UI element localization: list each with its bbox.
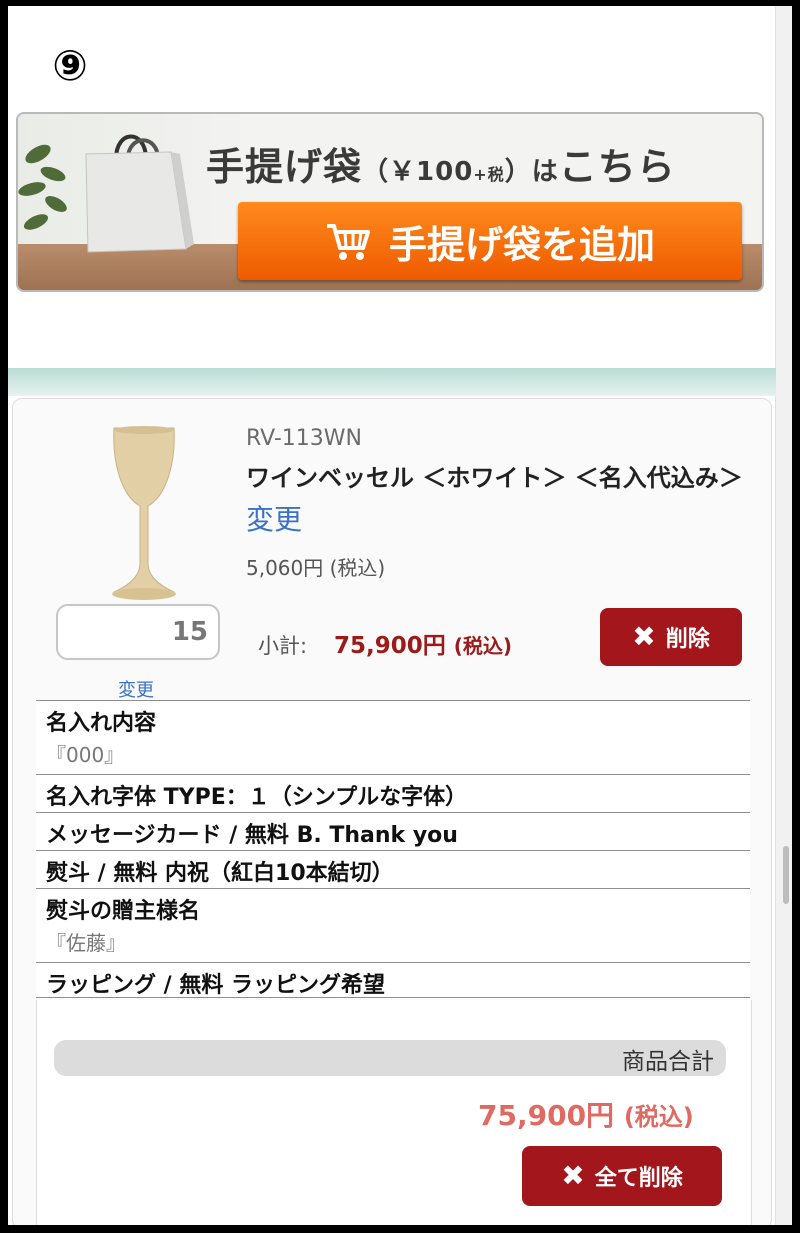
cart-icon — [326, 224, 370, 260]
option-row: 熨斗 / 無料 内祝（紅白10本結切） — [36, 850, 750, 888]
change-product-link[interactable]: 変更 — [246, 498, 302, 538]
option-row: 熨斗の贈主様名 『佐藤』 — [36, 888, 750, 962]
delete-all-button[interactable]: ✖ 全て削除 — [522, 1146, 722, 1206]
section-divider — [8, 368, 776, 396]
bag-illustration — [85, 134, 194, 253]
total-amount: 75,900円 (税込) — [478, 1099, 694, 1132]
option-row: メッセージカード / 無料 B. Thank you — [36, 812, 750, 850]
item-options-list: 名入れ内容 『000』 名入れ字体 TYPE：１（シンプルな字体） メッセージカ… — [36, 700, 750, 998]
product-name[interactable]: ワインベッセル ＜ホワイト＞ ＜名入代込み＞ — [246, 458, 743, 493]
close-icon: ✖ — [561, 1159, 585, 1192]
add-bag-label: 手提げ袋を追加 — [388, 222, 655, 267]
delete-item-button[interactable]: ✖ 削除 — [600, 608, 742, 666]
total-header-bar: 商品合計 — [54, 1040, 726, 1076]
delete-label: 削除 — [665, 627, 710, 652]
app-frame: ⑨ 手提げ袋（￥100+税）はこちら 手提げ袋を追加 RV-113WN ワインベ… — [8, 6, 792, 1225]
close-icon: ✖ — [632, 620, 656, 653]
plant-illustration — [18, 144, 67, 230]
scrollbar[interactable] — [775, 6, 792, 1225]
product-sku: RV-113WN — [246, 426, 362, 451]
step-marker: ⑨ — [36, 32, 104, 100]
subtotal-label: 小計: — [258, 634, 308, 658]
step-number: ⑨ — [52, 41, 88, 90]
option-row: 名入れ内容 『000』 — [36, 700, 750, 774]
total-label: 商品合計 — [622, 1049, 714, 1075]
delete-all-label: 全て削除 — [594, 1166, 683, 1191]
quantity-input[interactable]: 15 — [56, 604, 220, 660]
subtotal-value: 75,900円 (税込) — [334, 633, 513, 659]
wine-vessel-image[interactable] — [104, 424, 184, 604]
option-row: 名入れ字体 TYPE：１（シンプルな字体） — [36, 774, 750, 812]
quantity-change-link[interactable]: 変更 — [118, 676, 154, 702]
banner-title: 手提げ袋（￥100+税）はこちら — [206, 145, 676, 189]
option-row: ラッピング / 無料 ラッピング希望 — [36, 962, 750, 998]
scrollbar-thumb[interactable] — [783, 846, 789, 904]
add-shopping-bag-button[interactable]: 手提げ袋を追加 — [238, 202, 742, 280]
shopping-bag-banner[interactable]: 手提げ袋（￥100+税）はこちら 手提げ袋を追加 — [16, 112, 764, 292]
unit-price: 5,060円 (税込) — [246, 556, 386, 580]
